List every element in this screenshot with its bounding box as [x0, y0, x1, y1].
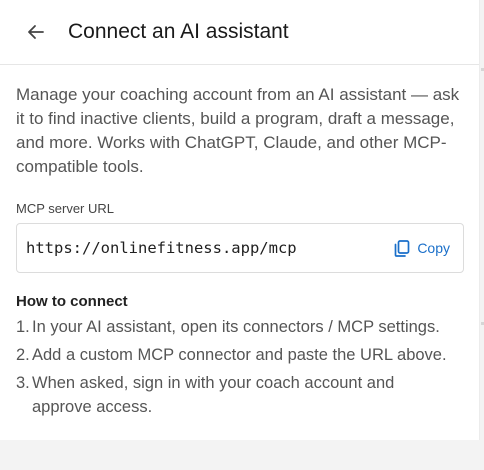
steps-list: 1. In your AI assistant, open its connec… — [16, 315, 463, 419]
list-item: 3. When asked, sign in with your coach a… — [16, 371, 463, 419]
how-to-title: How to connect — [16, 293, 128, 310]
step-number: 3. — [16, 374, 30, 392]
list-item: 1. In your AI assistant, open its connec… — [16, 315, 463, 339]
page-title: Connect an AI assistant — [68, 20, 289, 43]
panel-body: Manage your coaching account from an AI … — [0, 65, 479, 419]
step-text: When asked, sign in with your coach acco… — [32, 374, 395, 416]
panel-header: Connect an AI assistant — [0, 0, 479, 65]
list-item: 2. Add a custom MCP connector and paste … — [16, 343, 463, 367]
back-button[interactable] — [24, 20, 48, 44]
server-url-value[interactable]: https://onlinefitness.app/mcp — [26, 239, 297, 257]
step-number: 2. — [16, 346, 30, 364]
step-number: 1. — [16, 318, 30, 336]
copy-icon — [394, 239, 410, 257]
arrow-left-icon — [28, 25, 44, 39]
copy-label: Copy — [417, 240, 450, 256]
server-url-label: MCP server URL — [16, 201, 115, 216]
copy-button[interactable]: Copy — [394, 239, 450, 257]
step-text: In your AI assistant, open its connector… — [32, 318, 440, 336]
server-url-box: https://onlinefitness.app/mcp Copy — [16, 223, 464, 273]
connect-panel: Connect an AI assistant Manage your coac… — [0, 0, 480, 440]
description-text: Manage your coaching account from an AI … — [16, 85, 460, 176]
step-text: Add a custom MCP connector and paste the… — [32, 346, 447, 364]
